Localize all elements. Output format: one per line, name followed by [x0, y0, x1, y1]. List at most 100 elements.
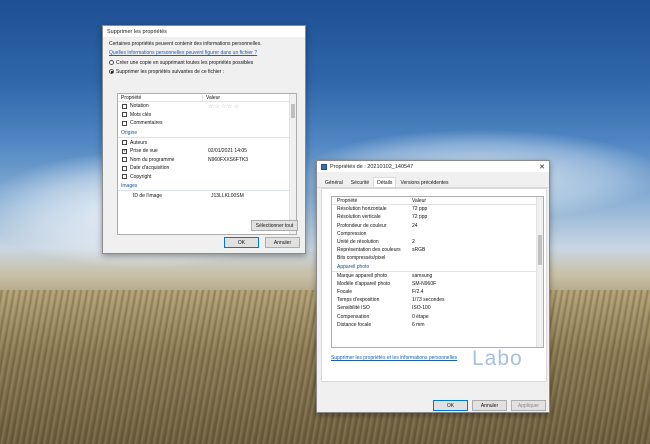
cancel-button[interactable]: Annuler — [472, 400, 507, 411]
checkbox[interactable] — [122, 103, 127, 109]
image-file-icon — [321, 163, 327, 170]
tab-previous-versions[interactable]: Versions précédentes — [396, 178, 452, 187]
property-value: N960FXXS6FTK3 — [208, 156, 249, 163]
list-item[interactable]: Copyright — [118, 173, 296, 182]
property-name: Date d'acquisition — [130, 165, 170, 172]
column-header-value[interactable]: Valeur — [412, 198, 426, 204]
list-item[interactable]: Nom du programme N960FXXS6FTK3 — [118, 156, 296, 165]
dialog-title: Supprimer les propriétés — [107, 28, 167, 35]
checkbox[interactable] — [122, 112, 127, 118]
property-value: 02/01/2021 14:05 — [208, 148, 247, 155]
apply-button[interactable]: Appliquer — [511, 400, 546, 411]
list-item[interactable]: Bits compressés/pixel — [332, 254, 543, 262]
property-value: SM-N960F — [412, 280, 437, 287]
list-item[interactable]: Profondeur de couleur 24 — [332, 222, 543, 230]
tab-details[interactable]: Détails — [373, 177, 397, 187]
tab-strip: Général Sécurité Détails Versions précéd… — [317, 172, 549, 188]
property-value: 6 mm — [412, 321, 425, 328]
properties-list[interactable]: Propriété Valeur Notation ☆☆☆☆☆ Mots clé… — [117, 93, 297, 235]
remove-properties-link[interactable]: Supprimer les propriétés et les informat… — [331, 355, 457, 361]
option-label: Créer une copie en supprimant toutes les… — [116, 59, 254, 66]
property-value: 1/73 secondes — [412, 297, 445, 304]
checkbox[interactable] — [122, 148, 127, 154]
radio-button[interactable] — [109, 69, 114, 74]
list-item[interactable]: Représentation des couleurs sRGB — [332, 246, 543, 254]
list-item[interactable]: ID de l'image J13LLKL00SM — [118, 192, 296, 201]
list-item[interactable]: Temps d'exposition 1/73 secondes — [332, 296, 543, 304]
close-icon[interactable]: ✕ — [535, 161, 549, 172]
property-name: Compensation — [337, 313, 370, 320]
list-header: Propriété Valeur — [118, 94, 296, 102]
option-remove-from-file[interactable]: Supprimer les propriétés suivantes de ce… — [109, 68, 299, 75]
scrollbar-thumb[interactable] — [291, 104, 295, 118]
vertical-scrollbar[interactable] — [289, 94, 296, 234]
details-list[interactable]: Propriété Valeur Résolution horizontale 7… — [331, 196, 544, 348]
list-item[interactable]: Modèle d'appareil photo SM-N960F — [332, 280, 543, 288]
list-item[interactable]: Résolution verticale 72 ppp — [332, 213, 543, 221]
property-value: 72 ppp — [412, 206, 428, 213]
list-item[interactable]: Focale F/2.4 — [332, 288, 543, 296]
ok-button[interactable]: OK — [433, 400, 468, 411]
file-properties-dialog: Propriétés de : 20210102_140547 ✕ Généra… — [316, 160, 550, 413]
column-header-property[interactable]: Propriété — [337, 198, 412, 204]
property-name: Compression — [337, 230, 367, 237]
group-header-origin: Origine — [118, 129, 296, 138]
list-item[interactable]: Commentaires — [118, 119, 296, 128]
select-all-button[interactable]: Sélectionner tout — [251, 220, 298, 231]
vertical-scrollbar[interactable] — [536, 197, 543, 347]
property-name: Focale — [337, 288, 353, 295]
option-label: Supprimer les propriétés suivantes de ce… — [116, 68, 225, 75]
intro-text: Certaines propriétés peuvent contenir de… — [109, 41, 262, 47]
column-header-value[interactable]: Valeur — [203, 95, 220, 101]
property-value: 0 étape — [412, 313, 429, 320]
property-name: Mots clés — [130, 111, 152, 118]
list-item[interactable]: Mots clés — [118, 111, 296, 120]
list-header: Propriété Valeur — [332, 197, 543, 206]
radio-button[interactable] — [109, 60, 114, 65]
option-create-copy[interactable]: Créer une copie en supprimant toutes les… — [109, 59, 299, 66]
list-item[interactable]: Notation ☆☆☆☆☆ — [118, 102, 296, 111]
property-value: ISO-100 — [412, 305, 431, 312]
watermark-text: Labo — [472, 347, 523, 370]
group-header-camera: Appareil photo — [332, 263, 543, 272]
checkbox[interactable] — [122, 120, 127, 126]
property-name: Nom du programme — [130, 156, 175, 163]
property-name: Notation — [130, 103, 149, 110]
scrollbar-thumb[interactable] — [538, 235, 542, 265]
property-value: sRGB — [412, 247, 426, 254]
property-name: Commentaires — [130, 120, 163, 127]
list-item[interactable]: Marque appareil photo samsung — [332, 272, 543, 280]
property-name: Temps d'exposition — [337, 297, 380, 304]
list-item[interactable]: Auteurs — [118, 139, 296, 148]
list-item[interactable]: Sensibilité ISO ISO-100 — [332, 304, 543, 312]
list-item[interactable]: Date d'acquisition — [118, 164, 296, 173]
list-item[interactable]: Résolution horizontale 72 ppp — [332, 205, 543, 213]
list-item[interactable]: Compression — [332, 230, 543, 238]
property-name: Représentation des couleurs — [337, 247, 401, 254]
list-item[interactable]: Unité de résolution 2 — [332, 238, 543, 246]
property-value: 2 — [412, 239, 415, 246]
property-name: ID de l'image — [133, 193, 163, 200]
property-name: Sensibilité ISO — [337, 305, 370, 312]
privacy-info-link[interactable]: Quelles informations personnelles peuven… — [109, 50, 299, 56]
checkbox[interactable] — [122, 140, 127, 146]
tab-security[interactable]: Sécurité — [347, 178, 373, 187]
checkbox[interactable] — [122, 174, 127, 180]
checkbox[interactable] — [122, 157, 127, 163]
ok-button[interactable]: OK — [224, 237, 259, 248]
cancel-button[interactable]: Annuler — [265, 237, 300, 248]
property-name: Prise de vue — [130, 148, 158, 155]
rating-stars: ☆☆☆☆☆ — [208, 103, 240, 110]
property-name: Résolution horizontale — [337, 206, 387, 213]
property-name: Unité de résolution — [337, 239, 379, 246]
property-name: Copyright — [130, 173, 152, 180]
tab-general[interactable]: Général — [321, 178, 347, 187]
checkbox[interactable] — [122, 165, 127, 171]
remove-properties-dialog: Supprimer les propriétés Certaines propr… — [102, 25, 306, 254]
property-name: Distance focale — [337, 321, 372, 328]
dialog-title: Propriétés de : 20210102_140547 — [330, 163, 414, 170]
column-header-property[interactable]: Propriété — [118, 94, 203, 101]
list-item[interactable]: Prise de vue 02/01/2021 14:05 — [118, 147, 296, 156]
list-item[interactable]: Compensation 0 étape — [332, 312, 543, 320]
list-item[interactable]: Distance focale 6 mm — [332, 321, 543, 329]
